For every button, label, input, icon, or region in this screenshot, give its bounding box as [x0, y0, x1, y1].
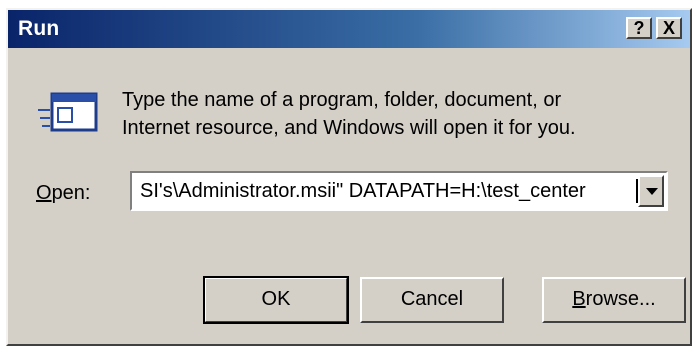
description-line-2: Internet resource, and Windows will open…: [122, 117, 576, 139]
dialog-description: Type the name of a program, folder, docu…: [122, 86, 662, 142]
chevron-down-icon: [646, 188, 658, 195]
run-dialog: Run ? X Type the name of a program, fold…: [6, 8, 692, 346]
open-label-rest: pen:: [51, 182, 91, 204]
browse-accel: B: [572, 288, 586, 310]
close-button[interactable]: X: [656, 17, 682, 39]
open-combobox[interactable]: SI's\Administrator.msii" DATAPATH=H:\tes…: [130, 171, 668, 211]
browse-rest: rowse...: [585, 288, 656, 310]
help-button[interactable]: ?: [626, 17, 652, 39]
open-input[interactable]: SI's\Administrator.msii" DATAPATH=H:\tes…: [140, 180, 586, 203]
browse-button[interactable]: Browse...: [542, 277, 686, 323]
title-bar[interactable]: Run ? X: [8, 10, 690, 48]
cancel-button[interactable]: Cancel: [360, 277, 504, 323]
run-dialog-icon: [38, 92, 98, 132]
open-label-accel: O: [36, 182, 52, 204]
description-line-1: Type the name of a program, folder, docu…: [122, 89, 562, 111]
ok-button[interactable]: OK: [203, 276, 349, 324]
window-title: Run: [18, 17, 60, 40]
dropdown-button[interactable]: [638, 175, 664, 207]
open-label: Open:: [36, 182, 91, 205]
